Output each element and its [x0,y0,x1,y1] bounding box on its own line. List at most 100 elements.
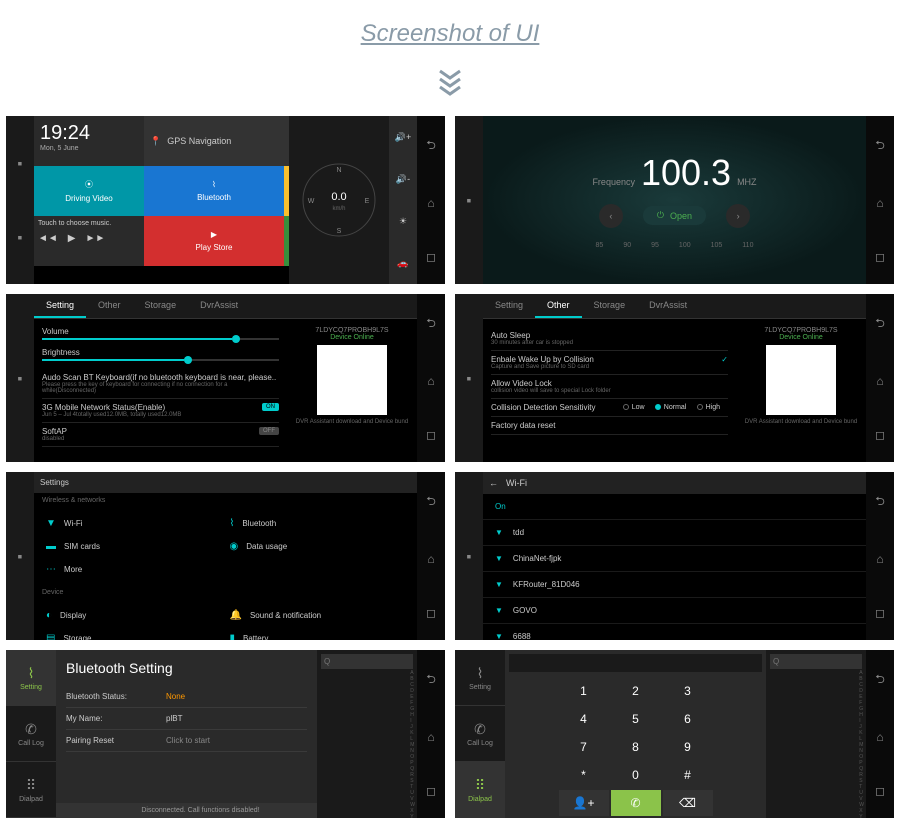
key-star[interactable]: * [559,762,609,788]
key-8[interactable]: 8 [611,734,661,760]
home-icon[interactable]: ⌂ [427,374,434,388]
clock-widget[interactable]: 19:24 Mon, 5 June [34,116,144,166]
battery-item[interactable]: ▮Battery [226,627,410,640]
back-icon[interactable]: ⮌ [426,314,436,335]
storage-item[interactable]: ▤Storage [42,627,226,640]
off-toggle[interactable]: OFF [259,427,279,435]
bt-side-calllog[interactable]: ✆ Call Log [6,706,56,762]
home-icon[interactable]: ⌂ [427,196,434,210]
key-2[interactable]: 2 [611,678,661,704]
display-item[interactable]: ◐Display [42,604,226,627]
home-icon[interactable]: ⌂ [876,552,883,566]
prev-station-button[interactable]: ‹ [599,204,623,228]
auto-sleep-setting[interactable]: Auto Sleep 30 minutes after car is stopp… [491,327,728,351]
home-icon[interactable]: ⌂ [876,374,883,388]
back-arrow-icon[interactable]: ← [489,478,498,488]
wifi-toggle[interactable]: On [483,494,866,520]
tab-setting[interactable]: Setting [483,294,535,318]
home-icon[interactable]: ⌂ [427,730,434,744]
recent-icon[interactable]: ◻ [875,250,885,264]
key-call[interactable]: ✆ [611,790,661,816]
bt-side-setting[interactable]: ⌇ Setting [6,650,56,706]
key-1[interactable]: 1 [559,678,609,704]
key-5[interactable]: 5 [611,706,661,732]
home-icon[interactable]: ⌂ [876,730,883,744]
tab-other[interactable]: Other [86,294,133,318]
sim-item[interactable]: ▬SIM cards [42,535,226,558]
brightness-slider[interactable] [42,359,279,361]
video-lock-setting[interactable]: Allow Video Lock collision video will sa… [491,375,728,399]
search-input[interactable] [770,654,862,669]
tab-setting[interactable]: Setting [34,294,86,318]
mobile-network-setting[interactable]: ON 3G Mobile Network Status(Enable) Jun … [42,399,279,423]
bt-side-setting[interactable]: ⌇ Setting [455,650,505,706]
alpha-index[interactable]: ABCDEFGHIJKLMNOPQRSTUVWXYZ [410,670,415,818]
tab-dvrassist[interactable]: DvrAssist [188,294,250,318]
recent-icon[interactable]: ◻ [875,606,885,620]
collision-sensitivity-setting[interactable]: Collision Detection Sensitivity Low Norm… [491,399,728,417]
wake-collision-setting[interactable]: ✓ Enbale Wake Up by Collision Capture an… [491,351,728,375]
brightness-icon[interactable]: ☀ [399,216,407,227]
back-icon[interactable]: ⮌ [426,136,436,157]
next-icon[interactable]: ►► [86,233,106,244]
driving-video-tile[interactable]: ⦿ Driving Video [34,166,144,216]
recent-icon[interactable]: ◻ [426,606,436,620]
search-input[interactable] [321,654,413,669]
back-icon[interactable]: ⮌ [426,670,436,691]
key-9[interactable]: 9 [663,734,713,760]
wifi-network[interactable]: ▼ChinaNet-fjpk [483,546,866,572]
wifi-item[interactable]: ▼Wi-Fi [42,512,226,535]
key-backspace[interactable]: ⌫ [663,790,713,816]
softap-setting[interactable]: OFF SoftAP disabled [42,423,279,447]
bluetooth-tile[interactable]: ⌇ Bluetooth [144,166,284,216]
key-7[interactable]: 7 [559,734,609,760]
tab-dvrassist[interactable]: DvrAssist [637,294,699,318]
open-button[interactable]: ⏻ Open [643,206,706,225]
home-icon[interactable]: ⌂ [876,196,883,210]
volume-slider[interactable] [42,338,279,340]
more-item[interactable]: ⋯More [42,558,226,581]
wifi-network[interactable]: ▼tdd [483,520,866,546]
key-add-contact[interactable]: 👤+ [559,790,609,816]
recent-icon[interactable]: ◻ [426,250,436,264]
back-icon[interactable]: ⮌ [426,492,436,513]
frequency-scale[interactable]: 85 90 95 100 105 110 [596,242,754,249]
tab-storage[interactable]: Storage [133,294,189,318]
opt-low[interactable]: Low [623,404,645,411]
recent-icon[interactable]: ◻ [426,784,436,798]
opt-high[interactable]: High [697,404,720,411]
key-4[interactable]: 4 [559,706,609,732]
home-icon[interactable]: ⌂ [427,552,434,566]
bt-pairing-row[interactable]: Pairing Reset Click to start [66,730,307,752]
alpha-index[interactable]: ABCDEFGHIJKLMNOPQRSTUVWXYZ [859,670,864,818]
tab-storage[interactable]: Storage [582,294,638,318]
bt-side-calllog[interactable]: ✆ Call Log [455,706,505,762]
back-icon[interactable]: ⮌ [875,670,885,691]
wifi-network[interactable]: ▼6688 [483,624,866,640]
key-0[interactable]: 0 [611,762,661,788]
play-icon[interactable]: ▶ [68,233,76,244]
bluetooth-item[interactable]: ⌇Bluetooth [226,512,410,535]
volume-down-icon[interactable]: 🔊- [396,174,410,185]
wifi-network[interactable]: ▼KFRouter_81D046 [483,572,866,598]
factory-reset-setting[interactable]: Factory data reset [491,417,728,435]
sound-item[interactable]: 🔔Sound & notification [226,604,410,627]
recent-icon[interactable]: ◻ [875,428,885,442]
volume-up-icon[interactable]: 🔊+ [395,132,411,143]
prev-icon[interactable]: ◄◄ [38,233,58,244]
back-icon[interactable]: ⮌ [875,314,885,335]
bt-side-dialpad[interactable]: ⠿ Dialpad [6,762,56,818]
car-icon[interactable]: 🚗 [397,258,408,269]
key-6[interactable]: 6 [663,706,713,732]
key-hash[interactable]: # [663,762,713,788]
bt-side-dialpad[interactable]: ⠿ Dialpad [455,762,505,818]
bt-keyboard-setting[interactable]: Audo Scan BT Keyboard(if no bluetooth ke… [42,369,279,399]
data-usage-item[interactable]: ◉Data usage [226,535,410,558]
key-3[interactable]: 3 [663,678,713,704]
recent-icon[interactable]: ◻ [875,784,885,798]
play-store-tile[interactable]: ▶ Play Store [144,216,284,266]
music-widget[interactable]: Touch to choose music. ◄◄ ▶ ►► [34,216,144,266]
next-station-button[interactable]: › [726,204,750,228]
opt-normal[interactable]: Normal [655,404,687,411]
back-icon[interactable]: ⮌ [875,492,885,513]
